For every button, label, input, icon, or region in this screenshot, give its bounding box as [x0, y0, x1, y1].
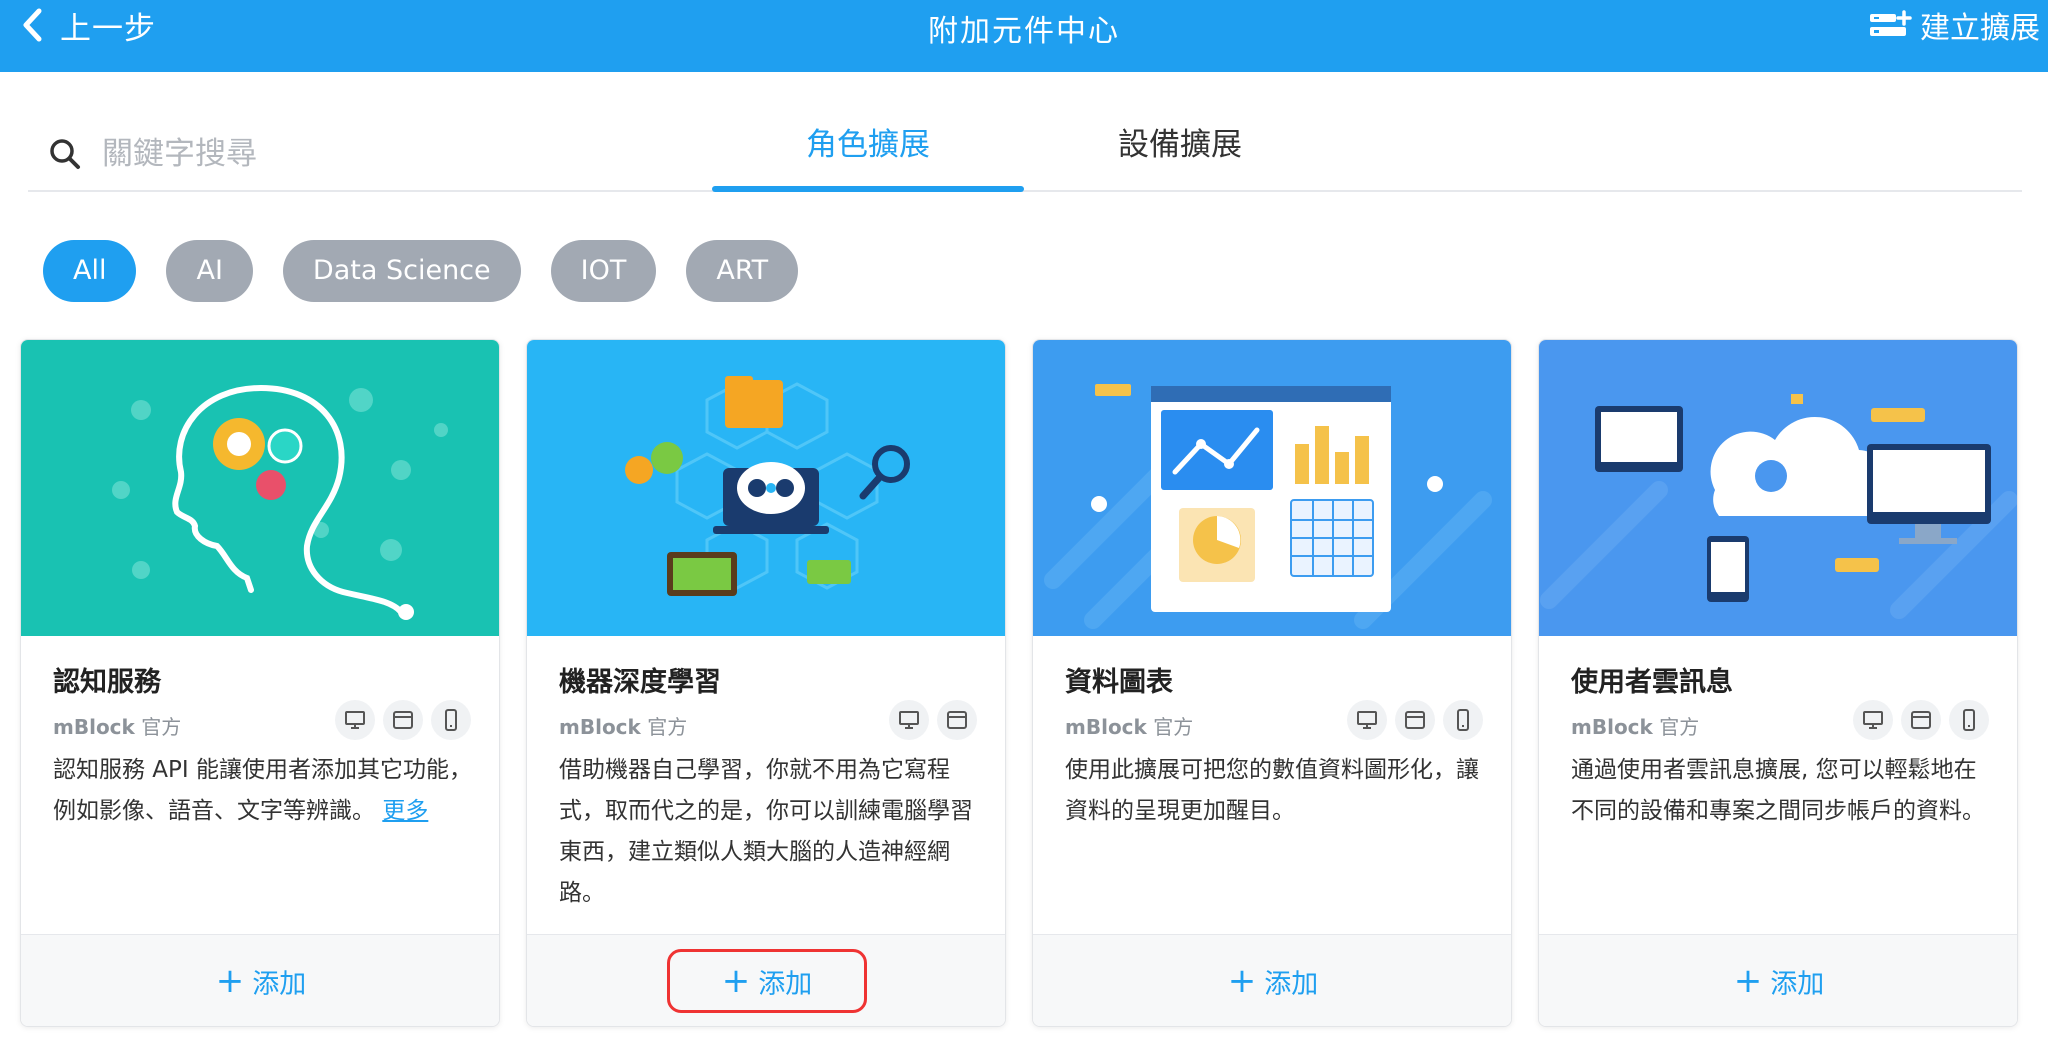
add-button[interactable]: + 添加	[1173, 949, 1373, 1013]
card-title: 使用者雲訊息	[1571, 667, 1733, 698]
extension-card-data-chart[interactable]: 資料圖表 mBlock 官方 使用此擴展可把您的數值資料圖形化，讓資料的呈現更加…	[1032, 339, 1512, 1027]
plus-icon: +	[215, 961, 245, 1001]
card-description: 使用此擴展可把您的數值資料圖形化，讓資料的呈現更加醒目。	[1065, 757, 1479, 824]
card-author: mBlock 官方	[1065, 715, 1194, 739]
search-icon	[50, 139, 80, 169]
category-filters: All AI Data Science IOT ART	[43, 240, 828, 302]
card-author: mBlock 官方	[53, 715, 182, 739]
supported-devices	[1339, 700, 1483, 740]
card-description: 通過使用者雲訊息擴展, 您可以輕鬆地在不同的設備和專案之間同步帳戶的資料。	[1571, 757, 1985, 824]
extension-card-cognitive-services[interactable]: 認知服務 mBlock 官方 認知服務 API 能讓使用者添加其它功能，例如影像…	[20, 339, 500, 1027]
add-button[interactable]: + 添加	[667, 949, 867, 1013]
plus-icon: +	[721, 961, 751, 1001]
card-author: mBlock 官方	[559, 715, 688, 739]
tab-role-extensions[interactable]: 角色擴展	[712, 120, 1024, 192]
supported-devices	[1845, 700, 1989, 740]
cognitive-services-banner	[21, 340, 499, 636]
supported-devices	[881, 700, 977, 740]
pc-icon	[889, 700, 929, 740]
filter-iot[interactable]: IOT	[550, 240, 657, 302]
browser-icon	[937, 700, 977, 740]
extension-card-user-cloud-message[interactable]: 使用者雲訊息 mBlock 官方 通過使用者雲訊息擴展, 您可以輕鬆地在不同的設…	[1538, 339, 2018, 1027]
top-bar: 上一步 附加元件中心 建立擴展	[0, 0, 2048, 72]
mobile-icon	[431, 700, 471, 740]
filter-data-science[interactable]: Data Science	[282, 240, 521, 302]
add-button[interactable]: + 添加	[161, 949, 361, 1013]
create-extension-button[interactable]: 建立擴展	[1868, 0, 2040, 50]
plus-icon: +	[1227, 961, 1257, 1001]
browser-icon	[1395, 700, 1435, 740]
filter-ai[interactable]: AI	[166, 240, 253, 302]
card-footer: + 添加	[21, 934, 499, 1026]
filter-art[interactable]: ART	[686, 240, 799, 302]
pc-icon	[1853, 700, 1893, 740]
create-extension-icon	[1870, 10, 1912, 36]
mobile-icon	[1443, 700, 1483, 740]
card-author: mBlock 官方	[1571, 715, 1700, 739]
browser-icon	[1901, 700, 1941, 740]
search-tab-row: 角色擴展 設備擴展	[28, 120, 2022, 192]
supported-devices	[327, 700, 471, 740]
page-title: 附加元件中心	[928, 14, 1120, 49]
create-extension-label: 建立擴展	[1920, 11, 2040, 46]
card-description: 認知服務 API 能讓使用者添加其它功能，例如影像、語音、文字等辨識。 更多	[53, 757, 473, 824]
plus-icon: +	[1733, 961, 1763, 1001]
extension-card-machine-learning[interactable]: 機器深度學習 mBlock 官方 借助機器自己學習，你就不用為它寫程式，取而代之…	[526, 339, 1006, 1027]
browser-icon	[383, 700, 423, 740]
card-footer: + 添加	[1539, 934, 2017, 1026]
machine-learning-banner	[527, 340, 1005, 636]
card-title: 機器深度學習	[559, 667, 721, 698]
tab-device-extensions[interactable]: 設備擴展	[1024, 120, 1336, 190]
filter-all[interactable]: All	[43, 240, 137, 302]
card-title: 資料圖表	[1065, 667, 1173, 698]
card-title: 認知服務	[53, 667, 161, 698]
card-footer: + 添加	[527, 934, 1005, 1026]
search-input[interactable]	[102, 136, 662, 172]
more-link[interactable]: 更多	[382, 798, 428, 824]
card-description: 借助機器自己學習，你就不用為它寫程式，取而代之的是，你可以訓練電腦學習東西，建立…	[559, 757, 973, 906]
data-chart-banner	[1033, 340, 1511, 636]
add-button[interactable]: + 添加	[1679, 949, 1879, 1013]
card-footer: + 添加	[1033, 934, 1511, 1026]
search-box	[48, 128, 688, 180]
pc-icon	[1347, 700, 1387, 740]
mobile-icon	[1949, 700, 1989, 740]
user-cloud-message-banner	[1539, 340, 2017, 636]
pc-icon	[335, 700, 375, 740]
